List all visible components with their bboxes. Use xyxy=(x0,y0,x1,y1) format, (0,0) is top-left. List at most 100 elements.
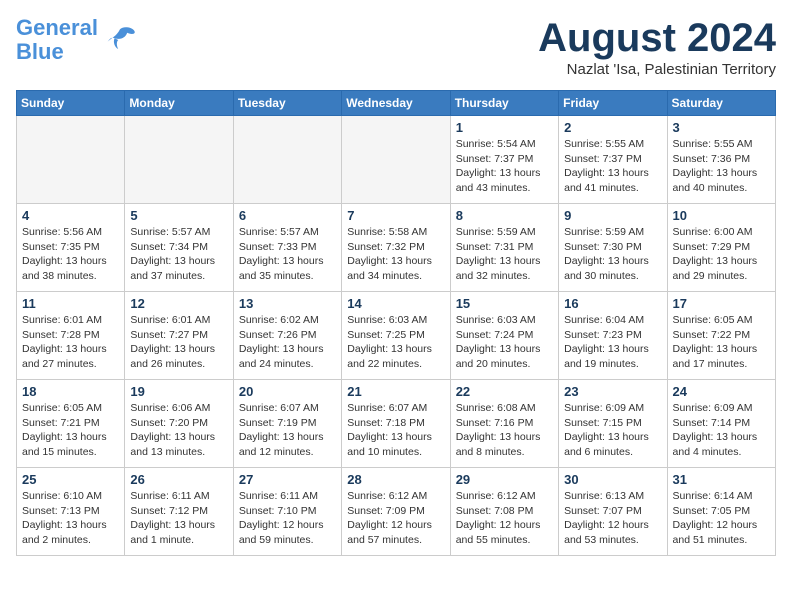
month-title: August 2024 xyxy=(538,16,776,61)
calendar-cell: 27 Sunrise: 6:11 AMSunset: 7:10 PMDayligh… xyxy=(233,468,341,556)
logo-bird-icon xyxy=(102,22,138,58)
day-number: 29 xyxy=(456,472,553,487)
day-info: Sunrise: 6:09 AMSunset: 7:15 PMDaylight:… xyxy=(564,401,661,460)
day-number: 8 xyxy=(456,208,553,223)
calendar-cell: 14 Sunrise: 6:03 AMSunset: 7:25 PMDayligh… xyxy=(342,292,450,380)
calendar-cell: 19 Sunrise: 6:06 AMSunset: 7:20 PMDayligh… xyxy=(125,380,233,468)
day-info: Sunrise: 6:02 AMSunset: 7:26 PMDaylight:… xyxy=(239,313,336,372)
calendar-cell: 8Sunrise: 5:59 AMSunset: 7:31 PMDaylight… xyxy=(450,204,558,292)
weekday-header-saturday: Saturday xyxy=(667,91,775,116)
calendar-cell: 12Sunrise: 6:01 AMSunset: 7:27 PMDayligh… xyxy=(125,292,233,380)
day-info: Sunrise: 5:57 AMSunset: 7:33 PMDaylight:… xyxy=(239,225,336,284)
calendar-cell: 22 Sunrise: 6:08 AMSunset: 7:16 PMDayligh… xyxy=(450,380,558,468)
weekday-header-thursday: Thursday xyxy=(450,91,558,116)
day-number: 2 xyxy=(564,120,661,135)
calendar-cell: 13 Sunrise: 6:02 AMSunset: 7:26 PMDayligh… xyxy=(233,292,341,380)
week-row-2: 4Sunrise: 5:56 AMSunset: 7:35 PMDaylight… xyxy=(17,204,776,292)
weekday-header-monday: Monday xyxy=(125,91,233,116)
day-number: 7 xyxy=(347,208,444,223)
calendar-cell: 23Sunrise: 6:09 AMSunset: 7:15 PMDayligh… xyxy=(559,380,667,468)
day-number: 5 xyxy=(130,208,227,223)
calendar-cell: 17 Sunrise: 6:05 AMSunset: 7:22 PMDayligh… xyxy=(667,292,775,380)
title-area: August 2024 Nazlat 'Isa, Palestinian Ter… xyxy=(538,16,776,78)
day-info: Sunrise: 6:01 AMSunset: 7:27 PMDaylight:… xyxy=(130,313,227,372)
calendar-cell: 2Sunrise: 5:55 AMSunset: 7:37 PMDaylight… xyxy=(559,116,667,204)
day-info: Sunrise: 6:11 AMSunset: 7:10 PMDaylight:… xyxy=(239,489,336,548)
logo: General Blue xyxy=(16,16,138,64)
day-info: Sunrise: 6:08 AMSunset: 7:16 PMDaylight:… xyxy=(456,401,553,460)
day-number: 18 xyxy=(22,384,119,399)
day-number: 10 xyxy=(673,208,770,223)
calendar-cell: 3Sunrise: 5:55 AMSunset: 7:36 PMDaylight… xyxy=(667,116,775,204)
week-row-5: 25 Sunrise: 6:10 AMSunset: 7:13 PMDayligh… xyxy=(17,468,776,556)
day-number: 19 xyxy=(130,384,227,399)
day-info: Sunrise: 6:03 AMSunset: 7:24 PMDaylight:… xyxy=(456,313,553,372)
logo-line1: General xyxy=(16,15,98,40)
logo-text: General Blue xyxy=(16,16,98,64)
calendar-cell: 25 Sunrise: 6:10 AMSunset: 7:13 PMDayligh… xyxy=(17,468,125,556)
calendar-cell: 1Sunrise: 5:54 AMSunset: 7:37 PMDaylight… xyxy=(450,116,558,204)
calendar-cell: 24Sunrise: 6:09 AMSunset: 7:14 PMDayligh… xyxy=(667,380,775,468)
calendar-cell: 15 Sunrise: 6:03 AMSunset: 7:24 PMDayligh… xyxy=(450,292,558,380)
day-number: 16 xyxy=(564,296,661,311)
calendar-cell: 30 Sunrise: 6:13 AMSunset: 7:07 PMDayligh… xyxy=(559,468,667,556)
calendar-cell: 28Sunrise: 6:12 AMSunset: 7:09 PMDayligh… xyxy=(342,468,450,556)
calendar-cell: 5 Sunrise: 5:57 AMSunset: 7:34 PMDaylight… xyxy=(125,204,233,292)
calendar-cell: 4Sunrise: 5:56 AMSunset: 7:35 PMDaylight… xyxy=(17,204,125,292)
day-number: 30 xyxy=(564,472,661,487)
day-number: 17 xyxy=(673,296,770,311)
calendar-cell: 29Sunrise: 6:12 AMSunset: 7:08 PMDayligh… xyxy=(450,468,558,556)
day-number: 22 xyxy=(456,384,553,399)
day-info: Sunrise: 6:05 AMSunset: 7:22 PMDaylight:… xyxy=(673,313,770,372)
day-info: Sunrise: 6:07 AMSunset: 7:18 PMDaylight:… xyxy=(347,401,444,460)
day-number: 28 xyxy=(347,472,444,487)
calendar-cell: 6Sunrise: 5:57 AMSunset: 7:33 PMDaylight… xyxy=(233,204,341,292)
calendar-cell: 16 Sunrise: 6:04 AMSunset: 7:23 PMDayligh… xyxy=(559,292,667,380)
day-number: 27 xyxy=(239,472,336,487)
day-info: Sunrise: 6:00 AMSunset: 7:29 PMDaylight:… xyxy=(673,225,770,284)
day-number: 3 xyxy=(673,120,770,135)
day-info: Sunrise: 6:13 AMSunset: 7:07 PMDaylight:… xyxy=(564,489,661,548)
day-info: Sunrise: 6:03 AMSunset: 7:25 PMDaylight:… xyxy=(347,313,444,372)
day-info: Sunrise: 6:07 AMSunset: 7:19 PMDaylight:… xyxy=(239,401,336,460)
day-number: 14 xyxy=(347,296,444,311)
weekday-header-tuesday: Tuesday xyxy=(233,91,341,116)
weekday-header-row: SundayMondayTuesdayWednesdayThursdayFrid… xyxy=(17,91,776,116)
day-number: 9 xyxy=(564,208,661,223)
location: Nazlat 'Isa, Palestinian Territory xyxy=(538,61,776,78)
day-info: Sunrise: 6:05 AMSunset: 7:21 PMDaylight:… xyxy=(22,401,119,460)
day-info: Sunrise: 6:06 AMSunset: 7:20 PMDaylight:… xyxy=(130,401,227,460)
calendar-cell xyxy=(233,116,341,204)
day-info: Sunrise: 6:11 AMSunset: 7:12 PMDaylight:… xyxy=(130,489,227,548)
day-info: Sunrise: 6:01 AMSunset: 7:28 PMDaylight:… xyxy=(22,313,119,372)
calendar-cell xyxy=(125,116,233,204)
day-info: Sunrise: 6:14 AMSunset: 7:05 PMDaylight:… xyxy=(673,489,770,548)
weekday-header-wednesday: Wednesday xyxy=(342,91,450,116)
day-info: Sunrise: 5:57 AMSunset: 7:34 PMDaylight:… xyxy=(130,225,227,284)
day-info: Sunrise: 6:10 AMSunset: 7:13 PMDaylight:… xyxy=(22,489,119,548)
day-number: 26 xyxy=(130,472,227,487)
week-row-3: 11Sunrise: 6:01 AMSunset: 7:28 PMDayligh… xyxy=(17,292,776,380)
day-info: Sunrise: 5:59 AMSunset: 7:30 PMDaylight:… xyxy=(564,225,661,284)
day-number: 31 xyxy=(673,472,770,487)
calendar-table: SundayMondayTuesdayWednesdayThursdayFrid… xyxy=(16,90,776,556)
calendar-cell: 20 Sunrise: 6:07 AMSunset: 7:19 PMDayligh… xyxy=(233,380,341,468)
calendar-cell: 10 Sunrise: 6:00 AMSunset: 7:29 PMDayligh… xyxy=(667,204,775,292)
calendar-cell: 31 Sunrise: 6:14 AMSunset: 7:05 PMDayligh… xyxy=(667,468,775,556)
day-number: 4 xyxy=(22,208,119,223)
logo-line2: Blue xyxy=(16,39,64,64)
calendar-cell: 9 Sunrise: 5:59 AMSunset: 7:30 PMDaylight… xyxy=(559,204,667,292)
calendar-cell: 21Sunrise: 6:07 AMSunset: 7:18 PMDayligh… xyxy=(342,380,450,468)
calendar-cell: 18 Sunrise: 6:05 AMSunset: 7:21 PMDayligh… xyxy=(17,380,125,468)
calendar-cell: 11Sunrise: 6:01 AMSunset: 7:28 PMDayligh… xyxy=(17,292,125,380)
day-info: Sunrise: 6:04 AMSunset: 7:23 PMDaylight:… xyxy=(564,313,661,372)
day-number: 13 xyxy=(239,296,336,311)
day-number: 25 xyxy=(22,472,119,487)
calendar-cell: 7 Sunrise: 5:58 AMSunset: 7:32 PMDaylight… xyxy=(342,204,450,292)
week-row-1: 1Sunrise: 5:54 AMSunset: 7:37 PMDaylight… xyxy=(17,116,776,204)
day-number: 15 xyxy=(456,296,553,311)
calendar-cell xyxy=(17,116,125,204)
day-number: 20 xyxy=(239,384,336,399)
day-number: 1 xyxy=(456,120,553,135)
day-info: Sunrise: 5:58 AMSunset: 7:32 PMDaylight:… xyxy=(347,225,444,284)
